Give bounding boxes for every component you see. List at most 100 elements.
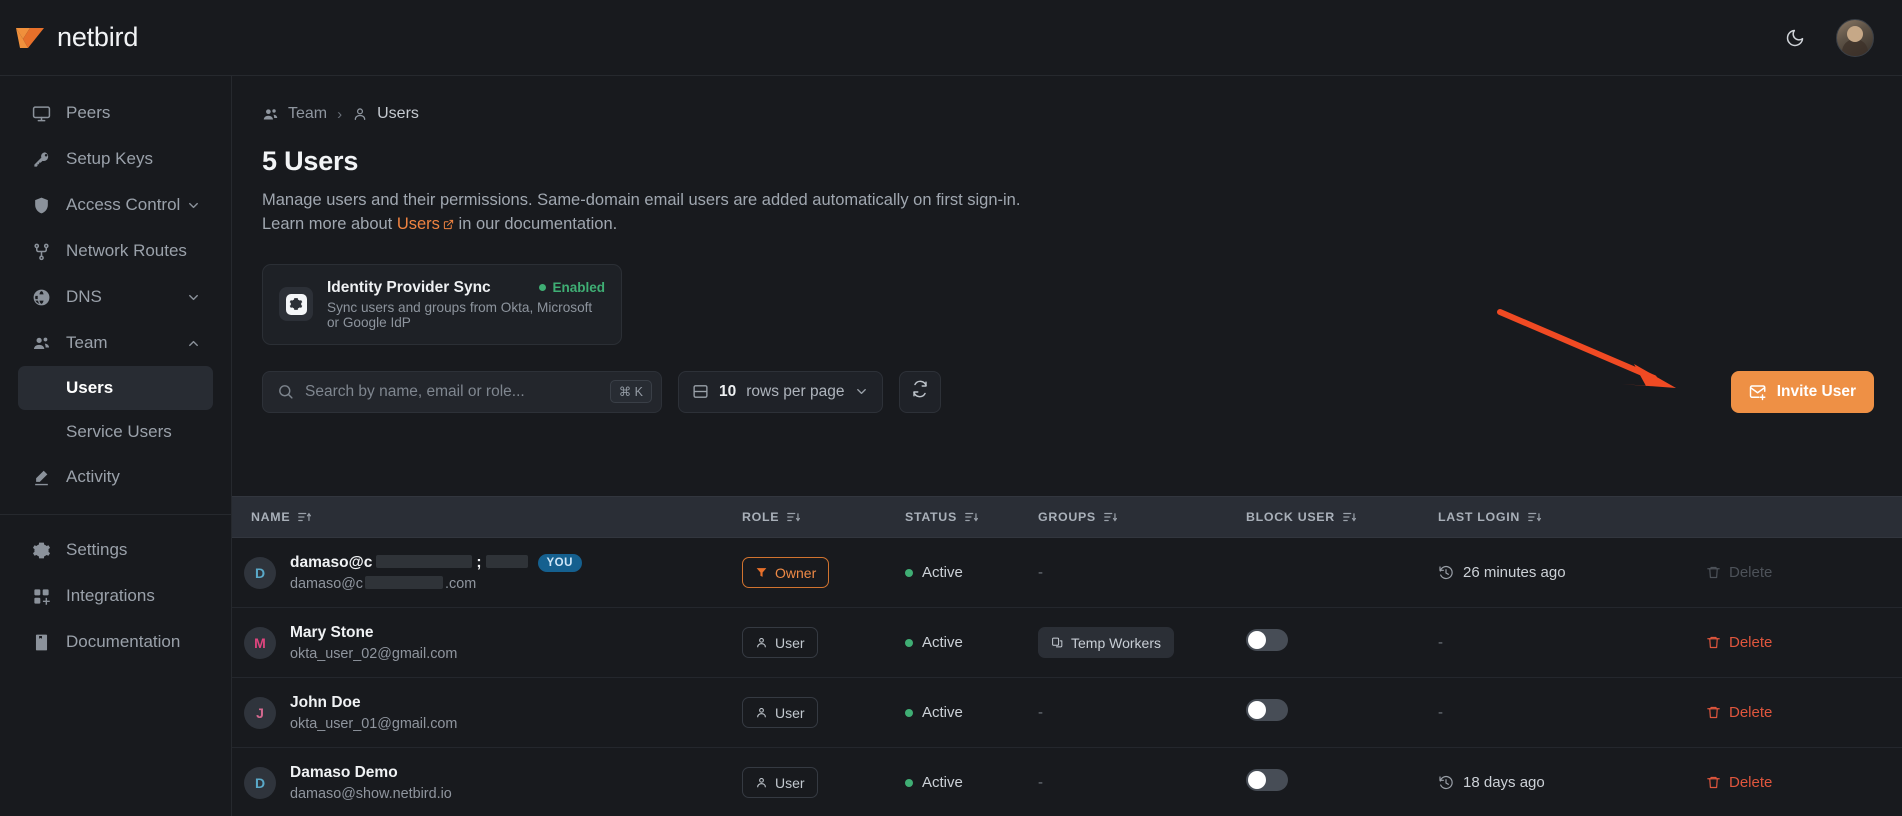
sidebar-item-access-control[interactable]: Access Control <box>18 182 213 228</box>
rows-per-page-select[interactable]: 10 rows per page <box>678 370 884 413</box>
sidebar-item-label: DNS <box>66 287 102 306</box>
invite-user-button[interactable]: Invite User <box>1730 370 1874 413</box>
invite-user-label: Invite User <box>1776 382 1856 400</box>
users-docs-link[interactable]: Users <box>397 215 440 233</box>
sidebar-item-dns[interactable]: DNS <box>18 274 213 320</box>
cell-role: User <box>742 767 905 798</box>
cell-name: J John Doe okta_user_01@gmail.com <box>232 694 742 732</box>
sidebar-item-service-users[interactable]: Service Users <box>18 410 213 454</box>
users-table: NAME ROLE STATUS GROUPS BLOCK USER LAST … <box>232 496 1902 816</box>
status-dot-icon <box>905 638 913 647</box>
user-name: John Doe <box>290 693 361 711</box>
cell-role: Owner <box>742 557 905 588</box>
page-description-line2-pre: Learn more about <box>262 215 397 234</box>
sidebar-item-settings[interactable]: Settings <box>18 527 213 573</box>
table-row[interactable]: D damaso@c; YOU damaso@c .com Owner Activ… <box>232 538 1902 608</box>
delete-button[interactable]: Delete <box>1706 704 1902 721</box>
column-header-status[interactable]: STATUS <box>905 510 1038 524</box>
external-link-icon <box>443 213 454 237</box>
user-icon <box>755 776 768 789</box>
page-description: Manage users and their permissions. Same… <box>262 188 1162 238</box>
sidebar-item-label: Integrations <box>66 586 155 605</box>
cell-status: Active <box>905 564 1038 581</box>
cell-name: M Mary Stone okta_user_02@gmail.com <box>232 624 742 662</box>
delete-button[interactable]: Delete <box>1706 634 1902 651</box>
column-header-groups[interactable]: GROUPS <box>1038 510 1246 524</box>
block-user-toggle[interactable] <box>1246 699 1288 721</box>
cell-block-user <box>1246 769 1438 796</box>
cell-name: D Damaso Demo damaso@show.netbird.io <box>232 764 742 802</box>
search-input[interactable] <box>305 382 599 401</box>
refresh-icon <box>911 380 929 403</box>
trash-icon <box>1706 635 1721 650</box>
role-badge-user[interactable]: User <box>742 627 818 658</box>
refresh-button[interactable] <box>899 370 942 413</box>
block-user-toggle[interactable] <box>1246 629 1288 651</box>
chevron-down-icon <box>185 289 201 305</box>
trash-icon <box>1706 705 1721 720</box>
identity-provider-sync-card[interactable]: Identity Provider Sync Enabled Sync user… <box>262 263 622 345</box>
sort-desc-icon <box>1342 510 1356 524</box>
sidebar-item-peers[interactable]: Peers <box>18 90 213 136</box>
delete-button: Delete <box>1706 564 1902 581</box>
page-description-line1: Manage users and their permissions. Same… <box>262 191 1021 209</box>
sidebar-item-documentation[interactable]: Documentation <box>18 619 213 665</box>
cell-actions: Delete <box>1706 704 1902 721</box>
top-bar-right <box>1780 18 1874 57</box>
user-name: Damaso Demo <box>290 763 398 781</box>
cell-block-user <box>1246 629 1438 656</box>
breadcrumb-parent[interactable]: Team <box>288 105 327 123</box>
cell-status: Active <box>905 774 1038 791</box>
cell-actions: Delete <box>1706 564 1902 581</box>
user-icon <box>755 706 768 719</box>
role-badge-user[interactable]: User <box>742 767 818 798</box>
sidebar-item-integrations[interactable]: Integrations <box>18 573 213 619</box>
gear-icon <box>30 539 52 561</box>
user-name-text: damaso@c <box>290 553 373 571</box>
avatar-initial: D <box>254 774 266 791</box>
role-label: User <box>775 704 805 721</box>
sidebar-item-team[interactable]: Team <box>18 320 213 366</box>
column-header-name[interactable]: NAME <box>232 510 742 524</box>
mail-plus-icon <box>1749 383 1767 401</box>
breadcrumb-current: Users <box>377 105 419 122</box>
sidebar-item-setup-keys[interactable]: Setup Keys <box>18 136 213 182</box>
table-row[interactable]: M Mary Stone okta_user_02@gmail.com User… <box>232 608 1902 678</box>
role-label: User <box>775 774 805 791</box>
sort-desc-icon <box>964 510 978 524</box>
last-login-label: - <box>1438 703 1443 721</box>
role-badge-owner[interactable]: Owner <box>742 557 830 588</box>
search-input-wrapper[interactable]: ⌘ K <box>262 370 662 413</box>
column-header-status-label: STATUS <box>905 510 957 524</box>
groups-empty: - <box>1038 563 1043 581</box>
user-avatar[interactable] <box>1836 18 1874 57</box>
last-login-label: 26 minutes ago <box>1463 564 1566 581</box>
block-user-toggle[interactable] <box>1246 769 1288 791</box>
column-header-block-user[interactable]: BLOCK USER <box>1246 510 1438 524</box>
group-badge[interactable]: Temp Workers <box>1038 627 1174 658</box>
sidebar-item-label: Setup Keys <box>66 149 153 168</box>
cell-last-login: 26 minutes ago <box>1438 564 1706 581</box>
cell-groups: - <box>1038 564 1246 582</box>
sidebar-subitem-label: Service Users <box>66 422 172 441</box>
rows-per-page-suffix: rows per page <box>746 382 845 400</box>
brand-logo[interactable]: netbird <box>14 22 138 53</box>
column-header-last-login[interactable]: LAST LOGIN <box>1438 510 1706 524</box>
table-row[interactable]: J John Doe okta_user_01@gmail.com User A… <box>232 678 1902 748</box>
avatar: D <box>244 556 276 589</box>
delete-button[interactable]: Delete <box>1706 774 1902 791</box>
table-row[interactable]: D Damaso Demo damaso@show.netbird.io Use… <box>232 748 1902 816</box>
chevron-up-icon <box>185 335 201 351</box>
role-label: User <box>775 634 805 651</box>
column-header-last-login-label: LAST LOGIN <box>1438 510 1521 524</box>
dark-mode-toggle-icon[interactable] <box>1780 23 1810 53</box>
avatar: M <box>244 626 276 659</box>
sidebar-item-users[interactable]: Users <box>18 366 213 410</box>
groups-empty: - <box>1038 703 1043 721</box>
sidebar-item-activity[interactable]: Activity <box>18 454 213 500</box>
sidebar-item-network-routes[interactable]: Network Routes <box>18 228 213 274</box>
user-email: okta_user_02@gmail.com <box>290 645 458 662</box>
role-badge-user[interactable]: User <box>742 697 818 728</box>
last-login-label: - <box>1438 633 1443 651</box>
column-header-role[interactable]: ROLE <box>742 510 905 524</box>
